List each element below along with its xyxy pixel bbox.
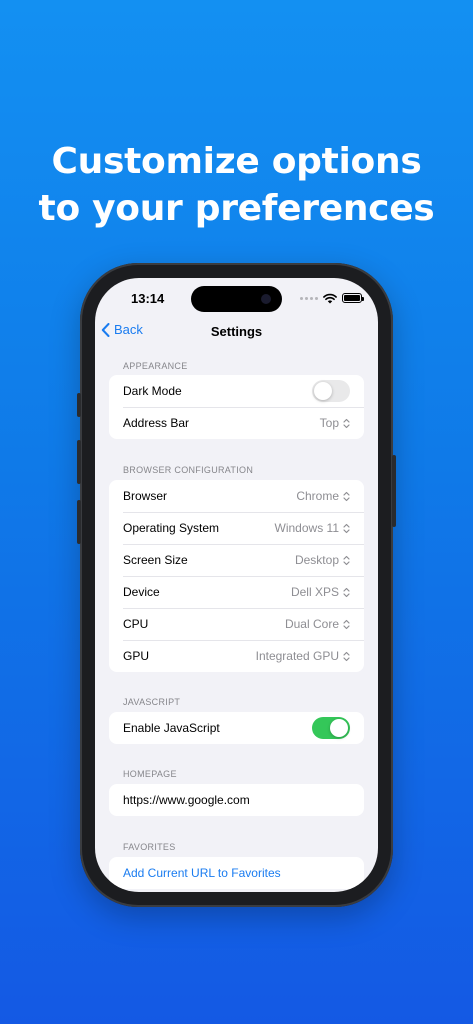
address-bar-row[interactable]: Address Bar Top [109,407,364,439]
dynamic-island [191,286,282,312]
javascript-group: Enable JavaScript [109,712,364,744]
headline-line-1: Customize options [51,141,422,182]
power-button [392,455,396,527]
homepage-group: https://www.google.com [109,784,364,816]
enable-javascript-toggle[interactable] [312,717,350,739]
up-down-chevron-icon [343,491,350,501]
browser-row[interactable]: Browser Chrome [109,480,364,512]
up-down-chevron-icon [343,587,350,597]
camera-icon [261,294,271,304]
headline-line-2: to your preferences [38,188,435,229]
operating-system-label: Operating System [123,521,220,535]
screen-size-label: Screen Size [123,553,188,567]
appearance-group: Dark Mode Address Bar Top [109,375,364,439]
enable-javascript-label: Enable JavaScript [123,721,220,735]
status-time: 13:14 [131,291,165,306]
up-down-chevron-icon [343,651,350,661]
section-header-javascript: JAVASCRIPT [123,697,181,707]
screen-size-picker[interactable]: Desktop [295,553,350,567]
phone-screen: 13:14 Back Settings APPEARANCE Dark Mode… [95,278,378,892]
headline: Customize options to your preferences [0,138,473,232]
gpu-value: Integrated GPU [255,649,339,663]
up-down-chevron-icon [343,418,350,428]
device-value: Dell XPS [290,585,339,599]
volume-down-button [77,500,81,544]
action-button [77,393,81,417]
operating-system-picker[interactable]: Windows 11 [275,521,350,535]
favorites-group: Add Current URL to Favorites [109,857,364,889]
dark-mode-toggle[interactable] [312,380,350,402]
section-header-homepage: HOMEPAGE [123,769,177,779]
section-header-appearance: APPEARANCE [123,361,188,371]
gpu-label: GPU [123,649,150,663]
add-to-favorites-button[interactable]: Add Current URL to Favorites [109,857,364,889]
device-label: Device [123,585,160,599]
device-row[interactable]: Device Dell XPS [109,576,364,608]
enable-javascript-row: Enable JavaScript [109,712,364,744]
page-title: Settings [210,324,263,339]
browser-value: Chrome [296,489,339,503]
address-bar-label: Address Bar [123,416,190,430]
cpu-picker[interactable]: Dual Core [285,617,350,631]
section-header-browser-configuration: BROWSER CONFIGURATION [123,465,254,475]
gpu-row[interactable]: GPU Integrated GPU [109,640,364,672]
up-down-chevron-icon [343,555,350,565]
up-down-chevron-icon [343,619,350,629]
operating-system-row[interactable]: Operating System Windows 11 [109,512,364,544]
navigation-bar: Back Settings [95,320,378,344]
dark-mode-label: Dark Mode [123,384,182,398]
device-picker[interactable]: Dell XPS [291,585,350,599]
screen-size-row[interactable]: Screen Size Desktop [109,544,364,576]
screen-size-value: Desktop [294,553,339,567]
homepage-url-value: https://www.google.com [123,793,250,807]
dark-mode-row: Dark Mode [109,375,364,407]
browser-configuration-group: Browser Chrome Operating System Windows 11 S… [109,480,364,672]
signal-dots-icon [300,296,318,300]
address-bar-picker[interactable]: Top [320,416,350,430]
homepage-url-field[interactable]: https://www.google.com [109,784,364,816]
add-to-favorites-label: Add Current URL to Favorites [123,866,281,880]
section-header-favorites: FAVORITES [123,842,176,852]
address-bar-value: Top [319,416,339,430]
wifi-icon [323,293,337,303]
battery-icon [342,293,364,303]
volume-up-button [77,440,81,484]
cpu-label: CPU [123,617,149,631]
operating-system-value: Windows 11 [274,521,339,535]
cpu-row[interactable]: CPU Dual Core [109,608,364,640]
gpu-picker[interactable]: Integrated GPU [256,649,350,663]
browser-picker[interactable]: Chrome [296,489,350,503]
cpu-value: Dual Core [284,617,339,631]
browser-label: Browser [123,489,168,503]
up-down-chevron-icon [343,523,350,533]
status-icons [300,292,364,304]
